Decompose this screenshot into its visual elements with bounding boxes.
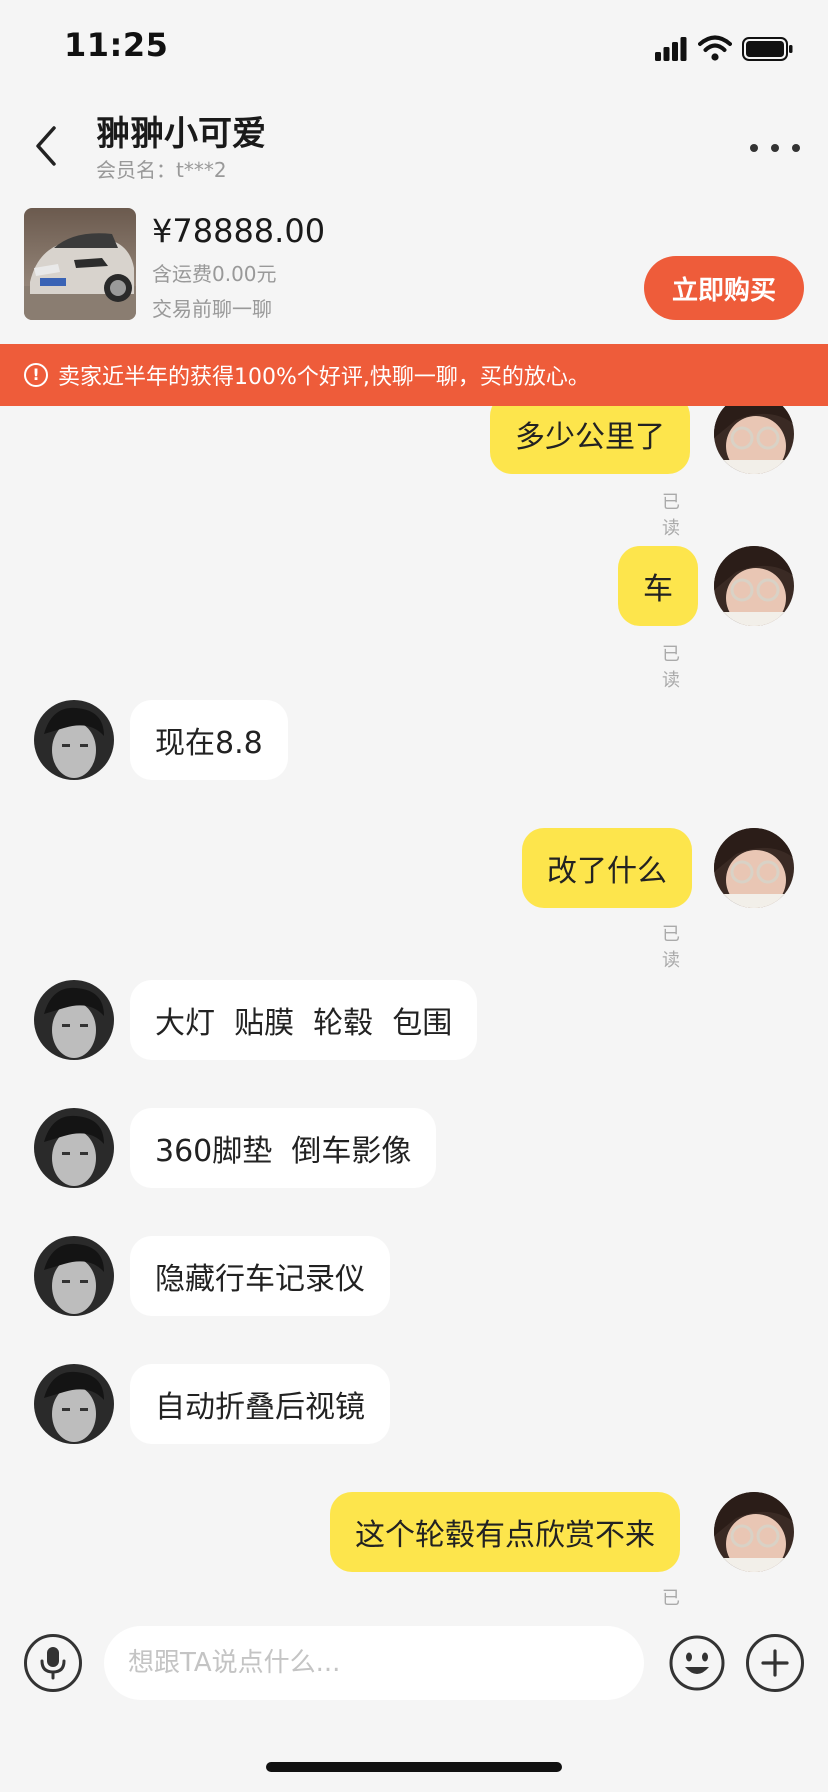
product-price: ¥78888.00 — [152, 212, 326, 250]
read-status: 已读 — [662, 644, 680, 691]
seller-avatar[interactable] — [34, 1236, 114, 1316]
boy-avatar-image — [34, 1108, 114, 1188]
girl-avatar-image — [714, 828, 794, 908]
my-avatar[interactable] — [714, 828, 794, 908]
info-icon: ! — [24, 363, 48, 387]
wifi-icon — [698, 35, 732, 61]
outgoing-message-bubble[interactable]: 这个轮毂有点欣赏不来 — [330, 1492, 680, 1572]
notice-text: 卖家近半年的获得100%个好评,快聊一聊，买的放心。 — [58, 365, 590, 390]
read-status: 已读 — [662, 492, 680, 539]
seller-notice-banner: ! 卖家近半年的获得100%个好评,快聊一聊，买的放心。 — [0, 344, 828, 406]
chevron-left-icon — [36, 126, 56, 166]
more-dot-icon — [750, 144, 758, 152]
plus-icon — [761, 1649, 789, 1677]
seller-avatar[interactable] — [34, 1108, 114, 1188]
buy-now-button[interactable]: 立即购买 — [644, 256, 804, 320]
incoming-message-bubble[interactable]: 隐藏行车记录仪 — [130, 1236, 390, 1316]
product-thumbnail[interactable] — [24, 208, 136, 320]
read-status: 已读 — [662, 924, 680, 971]
more-options-button[interactable] — [750, 136, 800, 160]
boy-avatar-image — [34, 1364, 114, 1444]
microphone-icon — [40, 1647, 66, 1680]
contact-name: 翀翀小可爱 — [96, 114, 266, 154]
incoming-message-bubble[interactable]: 大灯 贴膜 轮毂 包围 — [130, 980, 478, 1060]
boy-avatar-image — [34, 980, 114, 1060]
message-list[interactable]: 多少公里了 已读 车 已读 现在8.8 改了什么 已读 大灯 贴膜 轮毂 包围 … — [0, 406, 828, 1610]
boy-avatar-image — [34, 1236, 114, 1316]
my-avatar[interactable] — [714, 1492, 794, 1572]
emoji-icon — [669, 1635, 725, 1691]
more-actions-button[interactable] — [746, 1634, 804, 1692]
home-indicator[interactable] — [266, 1762, 562, 1772]
outgoing-message-bubble[interactable]: 改了什么 — [522, 828, 692, 908]
product-card: ¥78888.00 含运费0.00元 交易前聊一聊 立即购买 — [0, 198, 828, 343]
outgoing-message-bubble[interactable]: 多少公里了 — [490, 406, 690, 474]
back-button[interactable] — [26, 120, 66, 172]
incoming-message-bubble[interactable]: 现在8.8 — [130, 700, 288, 780]
girl-avatar-image — [714, 406, 794, 474]
emoji-button[interactable] — [668, 1634, 726, 1692]
battery-icon — [742, 37, 793, 61]
shipping-info: 含运费0.00元 — [152, 262, 277, 286]
member-name: 会员名：t***2 — [96, 158, 227, 182]
girl-avatar-image — [714, 1492, 794, 1572]
status-bar: 11:25 — [0, 0, 828, 100]
my-avatar[interactable] — [714, 406, 794, 474]
chat-before-trade-note: 交易前聊一聊 — [152, 297, 272, 321]
more-dot-icon — [792, 144, 800, 152]
message-input[interactable] — [104, 1626, 644, 1700]
outgoing-message-bubble[interactable]: 车 — [618, 546, 698, 626]
more-dot-icon — [771, 144, 779, 152]
incoming-message-bubble[interactable]: 自动折叠后视镜 — [130, 1364, 390, 1444]
voice-input-button[interactable] — [24, 1634, 82, 1692]
message-input-bar — [0, 1610, 828, 1720]
seller-avatar[interactable] — [34, 980, 114, 1060]
chat-header: 翀翀小可爱 会员名：t***2 — [0, 100, 828, 198]
cellular-signal-icon — [655, 37, 687, 61]
seller-avatar[interactable] — [34, 1364, 114, 1444]
girl-avatar-image — [714, 546, 794, 626]
seller-avatar[interactable] — [34, 700, 114, 780]
incoming-message-bubble[interactable]: 360脚垫 倒车影像 — [130, 1108, 437, 1188]
my-avatar[interactable] — [714, 546, 794, 626]
car-image — [24, 208, 136, 320]
read-status: 已读 — [662, 1588, 680, 1609]
boy-avatar-image — [34, 700, 114, 780]
status-time: 11:25 — [64, 26, 169, 64]
